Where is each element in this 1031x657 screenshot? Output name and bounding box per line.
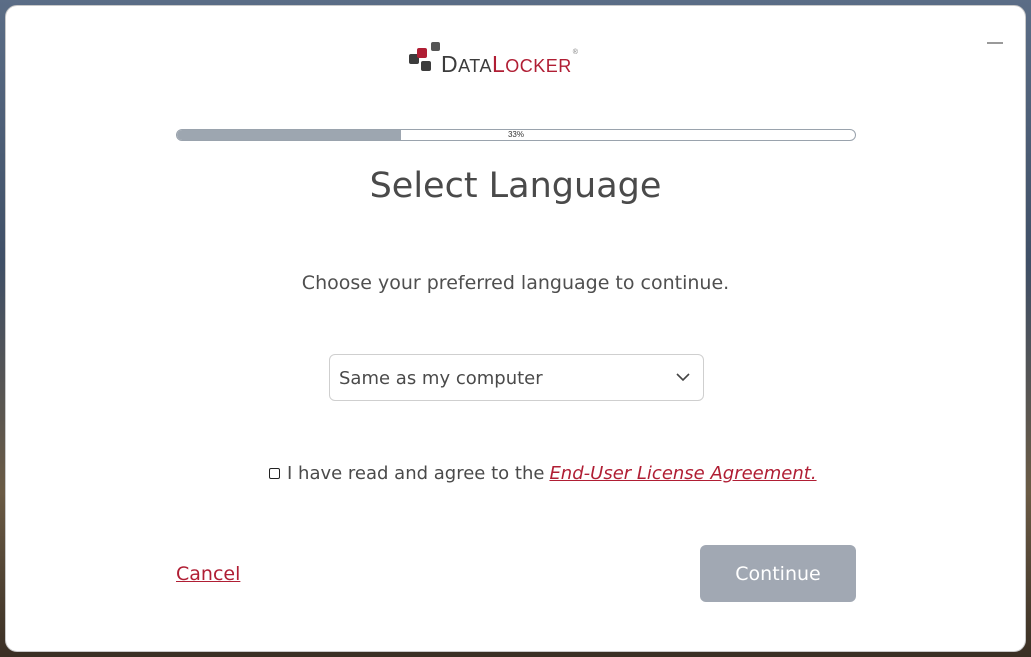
eula-agreement: I have read and agree to the End-User Li… — [269, 463, 817, 484]
page-title: Select Language — [369, 166, 662, 206]
minimize-icon[interactable] — [987, 42, 1003, 44]
eula-link[interactable]: End-User License Agreement. — [549, 463, 816, 484]
eula-text: I have read and agree to the — [287, 463, 545, 484]
logo-text-data: DATA — [441, 50, 492, 77]
datalocker-logo: DATALOCKER® — [409, 40, 578, 80]
chevron-down-icon — [676, 373, 690, 382]
progress-label: 33% — [507, 130, 524, 139]
logo-text-locker: LOCKER — [491, 50, 572, 77]
logo-wordmark: DATALOCKER® — [441, 49, 578, 77]
language-select-value: Same as my computer — [339, 368, 543, 389]
eula-checkbox[interactable] — [269, 468, 280, 479]
logo-squares-icon — [409, 42, 440, 78]
language-select[interactable]: Same as my computer — [329, 354, 704, 401]
continue-button[interactable]: Continue — [700, 545, 856, 602]
instruction-text: Choose your preferred language to contin… — [301, 272, 730, 294]
cancel-button[interactable]: Cancel — [176, 563, 240, 585]
installer-window: DATALOCKER® 33% Select Language Choose y… — [5, 5, 1026, 652]
registered-mark: ® — [572, 48, 579, 56]
setup-progress-bar: 33% — [176, 129, 856, 141]
